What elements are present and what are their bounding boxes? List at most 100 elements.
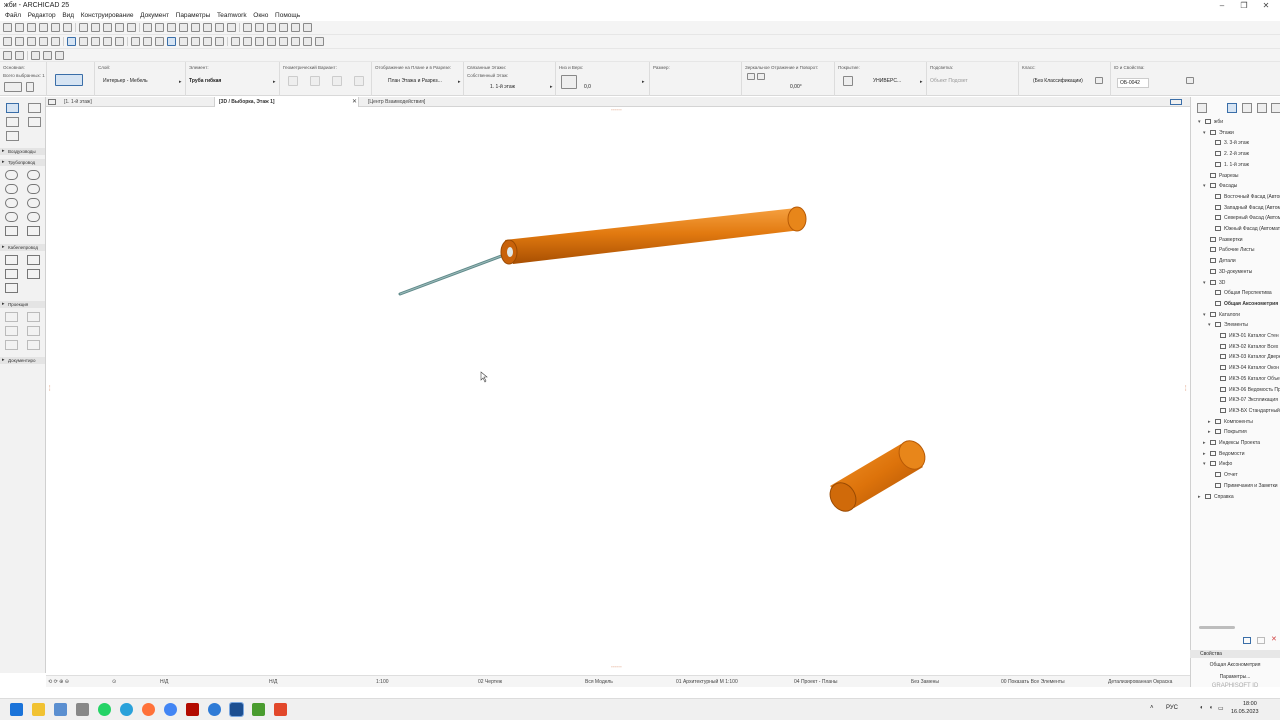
close-button[interactable]: ✕ — [1254, 0, 1278, 11]
navigator-item[interactable]: ▾ Фасады — [1203, 183, 1237, 189]
tab-collaboration-center[interactable]: [Центр Взаимодействия] — [364, 97, 524, 107]
pencil-icon[interactable] — [51, 37, 60, 46]
menu-window[interactable]: Окно — [253, 11, 268, 21]
navigator-item[interactable]: Рабочие Листы — [1210, 247, 1255, 253]
project-map-icon[interactable] — [1197, 103, 1207, 113]
layout-icon[interactable] — [127, 23, 136, 32]
expand-arrow-icon[interactable]: ▾ — [1203, 461, 1206, 467]
chevron-down-icon[interactable]: ▸ — [550, 84, 553, 90]
window-split-icon[interactable] — [303, 23, 312, 32]
projection-5-icon[interactable] — [5, 340, 18, 350]
cursor-icon[interactable] — [131, 37, 140, 46]
grid-icon[interactable] — [155, 23, 164, 32]
navigator-scrollbar[interactable] — [1199, 626, 1235, 629]
properties-icon[interactable] — [1186, 77, 1194, 84]
resize-icon[interactable] — [303, 37, 312, 46]
projection-icon[interactable] — [5, 312, 18, 322]
menu-document[interactable]: Документ — [140, 11, 169, 21]
chevron-down-icon[interactable]: ▸ — [642, 79, 645, 85]
navigator-item[interactable]: ИКЭ-06 Ведомость Пр — [1220, 386, 1280, 393]
projection-3-icon[interactable] — [5, 326, 18, 336]
guide-line-icon[interactable] — [103, 37, 112, 46]
navigator-item[interactable]: Отчет — [1215, 472, 1238, 478]
chevron-down-icon[interactable]: ▸ — [273, 79, 276, 85]
offset-icon[interactable] — [179, 37, 188, 46]
flexible-pipe-short[interactable] — [825, 436, 930, 516]
save-icon[interactable] — [27, 23, 36, 32]
align-bottom-icon[interactable] — [227, 23, 236, 32]
adjust-icon[interactable] — [255, 37, 264, 46]
layout-book-icon[interactable] — [1242, 103, 1252, 113]
align-top-icon[interactable] — [215, 23, 224, 32]
expand-arrow-icon[interactable]: ▸ — [1208, 429, 1211, 435]
files-icon[interactable] — [54, 703, 67, 716]
pipe-valve-icon[interactable] — [27, 212, 40, 222]
expand-arrow-icon[interactable]: ▾ — [1203, 130, 1206, 136]
layer-value[interactable]: Интерьер - Мебель — [103, 78, 148, 84]
expand-arrow-icon[interactable]: ▸ — [1208, 419, 1211, 425]
settings-icon[interactable] — [26, 82, 34, 92]
navigator-item[interactable]: ИКЭ-07 Экспликация — [1220, 397, 1278, 403]
renovation-icon[interactable] — [55, 51, 64, 60]
3d-scene[interactable] — [46, 107, 1190, 672]
navigator-item[interactable]: Общая Перспектива — [1215, 290, 1272, 296]
worksheet-icon[interactable] — [28, 117, 41, 127]
menu-edit[interactable]: Редактор — [28, 11, 56, 21]
cable-equipment-icon[interactable] — [5, 283, 18, 293]
tray-battery-icon[interactable]: ▭ — [1218, 705, 1224, 712]
arrow-tool-icon[interactable] — [67, 37, 76, 46]
tab-3d-view[interactable]: [3D / Выборка, Этаж 1] — [214, 97, 359, 107]
expand-arrow-icon[interactable]: ▾ — [1203, 280, 1206, 286]
pipe-fitting-icon[interactable] — [5, 184, 18, 194]
flexible-pipe-long[interactable] — [500, 206, 807, 265]
elevate-icon[interactable] — [215, 37, 224, 46]
eye-icon[interactable] — [1095, 77, 1103, 84]
menu-options[interactable]: Параметры — [176, 11, 211, 21]
expand-arrow-icon[interactable]: ▾ — [1208, 322, 1211, 328]
navigator-item[interactable]: ИКЭ-01 Каталог Стен — [1220, 333, 1279, 339]
navigator-item[interactable]: ▸ Компоненты — [1208, 418, 1253, 425]
geometry-straight-icon[interactable] — [288, 76, 298, 86]
navigator-item[interactable]: 3D-документы — [1210, 268, 1252, 275]
delete-icon[interactable]: ✕ — [1271, 635, 1277, 643]
cable-bend-icon[interactable] — [27, 255, 40, 265]
explode-icon[interactable] — [315, 37, 324, 46]
navigator-item[interactable]: ИКЭ-05 Каталог Объек — [1220, 375, 1280, 382]
canvas-handle-right[interactable]: ╎ — [1184, 385, 1188, 392]
fillet-icon[interactable] — [267, 37, 276, 46]
mirror-icon[interactable] — [747, 73, 755, 80]
magic-wand-icon[interactable] — [91, 37, 100, 46]
navigator-item[interactable]: ИКЭ-03 Каталог Двере — [1220, 354, 1280, 360]
drawing-value[interactable]: 02 Чертеж — [478, 679, 502, 685]
open-icon[interactable] — [15, 23, 24, 32]
tray-network-icon[interactable]: ◐ — [1200, 705, 1204, 711]
snap-icon[interactable] — [143, 23, 152, 32]
pipe-equipment-icon[interactable] — [27, 226, 40, 236]
tab-floor-plan[interactable]: [1. 1-й этаж] — [60, 97, 210, 107]
pick-up-icon[interactable] — [27, 37, 36, 46]
tray-date[interactable]: 16.05.2023 — [1231, 709, 1259, 715]
chrome-icon[interactable] — [164, 703, 177, 716]
override-value[interactable]: Без Замены — [911, 679, 939, 685]
navigator-item[interactable]: 2. 2-й этаж — [1215, 151, 1249, 157]
tray-arrow-icon[interactable]: ˄ — [1150, 705, 1154, 711]
publisher-icon[interactable] — [1257, 103, 1267, 113]
stretch-icon[interactable] — [291, 37, 300, 46]
geometry-curved-icon[interactable] — [310, 76, 320, 86]
pipe-tee-icon[interactable] — [5, 212, 18, 222]
mirror-icon[interactable] — [203, 37, 212, 46]
unlock-icon[interactable] — [291, 23, 300, 32]
element-value[interactable]: Труба гибкая — [189, 78, 221, 84]
whatsapp-icon[interactable] — [98, 703, 111, 716]
expand-arrow-icon[interactable]: ▸ — [1198, 494, 1201, 500]
navigator-item[interactable]: ▾ Каталоги — [1203, 311, 1240, 318]
measure-icon[interactable] — [179, 23, 188, 32]
navigator-item[interactable]: Развертки — [1210, 236, 1243, 243]
marquee-icon[interactable] — [79, 37, 88, 46]
geometry-method-icon[interactable] — [55, 74, 83, 86]
trim-icon[interactable] — [231, 37, 240, 46]
undo-icon[interactable] — [3, 37, 12, 46]
pipe-body[interactable] — [505, 208, 801, 264]
canvas-handle-bottom[interactable]: ╌╌╌ — [611, 664, 622, 671]
layers-icon[interactable] — [51, 23, 60, 32]
